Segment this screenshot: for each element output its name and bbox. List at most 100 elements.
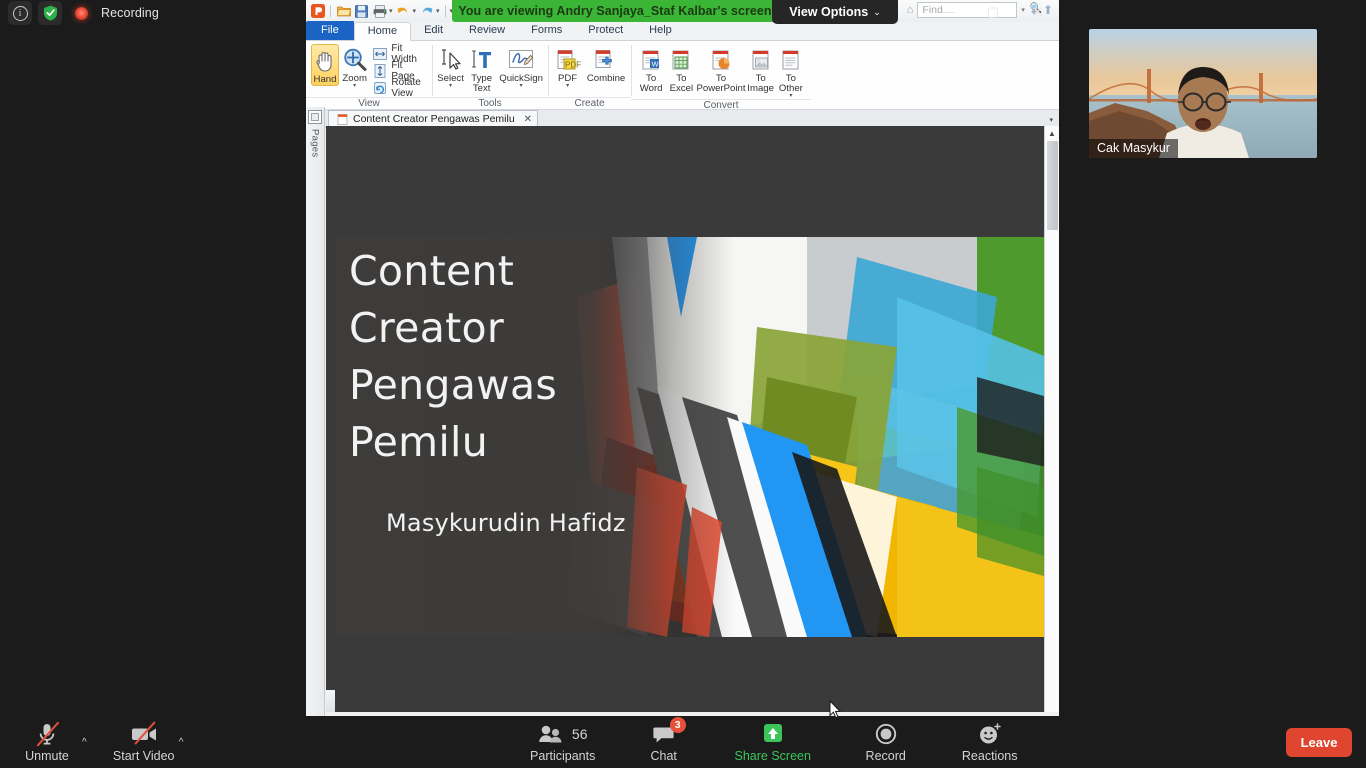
ribbon-tab-edit[interactable]: Edit (411, 21, 456, 40)
audio-options-caret-icon[interactable]: ^ (82, 737, 87, 748)
ribbon-tab-protect[interactable]: Protect (575, 21, 636, 40)
to-image-label: To Image (747, 73, 774, 94)
recording-indicator[interactable] (70, 2, 92, 24)
ribbon-tab-forms[interactable]: Forms (518, 21, 575, 40)
redo-dropdown-caret-icon[interactable]: ▾ (436, 7, 440, 15)
slide-title-line-1: Content (349, 247, 515, 295)
ribbon-tab-review[interactable]: Review (456, 21, 518, 40)
quicksign-button[interactable]: QuickSign ▾ (499, 44, 543, 89)
convert-to-word-button[interactable]: W To Word (636, 44, 666, 94)
leave-meeting-button[interactable]: Leave (1286, 728, 1352, 757)
scrollbar-thumb[interactable] (1047, 141, 1058, 230)
pages-thumbnail-icon (308, 110, 322, 124)
chevron-down-icon[interactable]: ▾ (520, 83, 523, 89)
ribbon-tab-help[interactable]: Help (636, 21, 685, 40)
combine-files-label: Combine (586, 73, 626, 84)
home-icon[interactable]: ⌂ (907, 4, 914, 16)
open-folder-icon[interactable] (336, 4, 351, 19)
chevron-down-icon[interactable]: ▾ (1049, 116, 1053, 124)
video-options-caret-icon[interactable]: ^ (179, 737, 184, 748)
rotate-view-button[interactable]: Rotate View (370, 77, 427, 99)
app-logo-icon[interactable] (310, 4, 325, 19)
unmute-button[interactable]: Unmute (14, 716, 80, 768)
ribbon-group-create: PDF PDF ▾ Combine Create (548, 41, 631, 110)
create-pdf-icon: PDF (555, 46, 581, 74)
participants-label: Participants (530, 748, 596, 763)
participant-name-label: Cak Masykur (1089, 139, 1178, 158)
close-button[interactable]: ✕ (1015, 0, 1060, 23)
svg-text:PDF: PDF (565, 61, 581, 70)
chevron-down-icon[interactable]: ▾ (566, 83, 569, 89)
meeting-info-button[interactable]: i (8, 1, 32, 25)
ribbon-tab-file[interactable]: File (306, 21, 354, 40)
share-screen-icon (756, 722, 790, 746)
view-options-button[interactable]: View Options ⌄ (772, 0, 898, 24)
reactions-button[interactable]: Reactions (951, 716, 1029, 768)
microphone-muted-icon (36, 720, 60, 747)
participant-video-tile[interactable]: Cak Masykur (1089, 29, 1317, 158)
pdf-document-icon (337, 113, 348, 125)
to-powerpoint-label: To PowerPoint (696, 73, 746, 94)
to-word-icon: W (639, 46, 663, 74)
document-vertical-scrollbar[interactable]: ▲ (1044, 126, 1059, 712)
zoom-tool-button[interactable]: Zoom ▾ (341, 44, 368, 89)
reactions-smiley-icon (977, 722, 1003, 746)
participants-button[interactable]: 56 Participants (521, 716, 605, 768)
to-excel-icon (669, 46, 693, 74)
ribbon-group-view: Hand Zoom ▾ Fit Width Fit Page Rotate Vi… (306, 41, 432, 110)
encryption-status-button[interactable] (38, 1, 62, 25)
ribbon-group-convert: W To Word To Excel To PowerPoint To Imag… (631, 41, 811, 111)
convert-to-powerpoint-button[interactable]: To PowerPoint (696, 44, 746, 94)
hand-tool-label: Hand (313, 74, 337, 85)
leave-label: Leave (1300, 735, 1338, 750)
svg-text:W: W (652, 60, 660, 69)
quicksign-icon (506, 46, 536, 74)
chevron-down-icon[interactable]: ▾ (353, 83, 356, 89)
undo-dropdown-caret-icon[interactable]: ▾ (413, 7, 417, 15)
start-video-button[interactable]: Start Video (111, 716, 177, 768)
document-tab[interactable]: Content Creator Pengawas Pemilu ✕ (328, 110, 539, 127)
rotate-view-label: Rotate View (391, 77, 421, 99)
share-screen-button[interactable]: Share Screen (727, 716, 819, 768)
combine-files-button[interactable]: Combine (586, 44, 626, 84)
to-excel-label: To Excel (669, 73, 694, 94)
document-horizontal-scrollbar[interactable] (326, 690, 335, 712)
ribbon-group-label-tools: Tools (432, 97, 548, 110)
chevron-down-icon[interactable]: ▾ (449, 83, 452, 89)
recording-dot-icon (74, 6, 88, 20)
pages-panel-rail[interactable]: Pages (306, 107, 325, 716)
ribbon-tab-home[interactable]: Home (353, 22, 412, 41)
save-icon[interactable] (354, 4, 369, 19)
close-icon[interactable]: ✕ (524, 114, 532, 125)
to-word-label: To Word (639, 73, 663, 94)
video-camera-off-icon (130, 720, 158, 746)
fit-page-icon (373, 64, 387, 79)
convert-to-excel-button[interactable]: To Excel (666, 44, 696, 94)
screen-share-banner: You are viewing Andry Sanjaya_Staf Kalba… (452, 0, 778, 22)
create-pdf-button[interactable]: PDF PDF ▾ (553, 44, 582, 89)
participants-icon: 56 (538, 722, 587, 746)
to-image-icon (749, 46, 773, 74)
minimize-button[interactable]: — (926, 0, 971, 23)
undo-icon[interactable] (396, 4, 411, 19)
record-button[interactable]: Record (853, 716, 919, 768)
hand-tool-button[interactable]: Hand (311, 44, 339, 86)
slide-title-line-3: Pengawas (349, 361, 558, 409)
type-text-button[interactable]: Type Text (468, 44, 495, 94)
chat-label: Chat (650, 748, 677, 763)
chat-button[interactable]: 3 Chat (631, 716, 697, 768)
convert-to-other-button[interactable]: To Other ▾ (776, 44, 806, 99)
window-controls: — ▢ ✕ (926, 0, 1060, 23)
fit-width-icon (373, 47, 388, 62)
chat-bubble-icon: 3 (653, 716, 686, 746)
document-viewport[interactable]: Content Creator Pengawas Pemilu Masykuru… (326, 126, 1045, 712)
maximize-button[interactable]: ▢ (971, 0, 1016, 23)
convert-to-image-button[interactable]: To Image (746, 44, 776, 94)
redo-icon[interactable] (419, 4, 434, 19)
print-dropdown-caret-icon[interactable]: ▾ (389, 7, 393, 15)
ribbon-group-label-create: Create (548, 97, 631, 110)
record-label: Record (865, 748, 906, 763)
select-tool-button[interactable]: Select ▾ (437, 44, 464, 89)
scroll-up-icon[interactable]: ▲ (1045, 126, 1059, 140)
print-icon[interactable] (372, 4, 387, 19)
